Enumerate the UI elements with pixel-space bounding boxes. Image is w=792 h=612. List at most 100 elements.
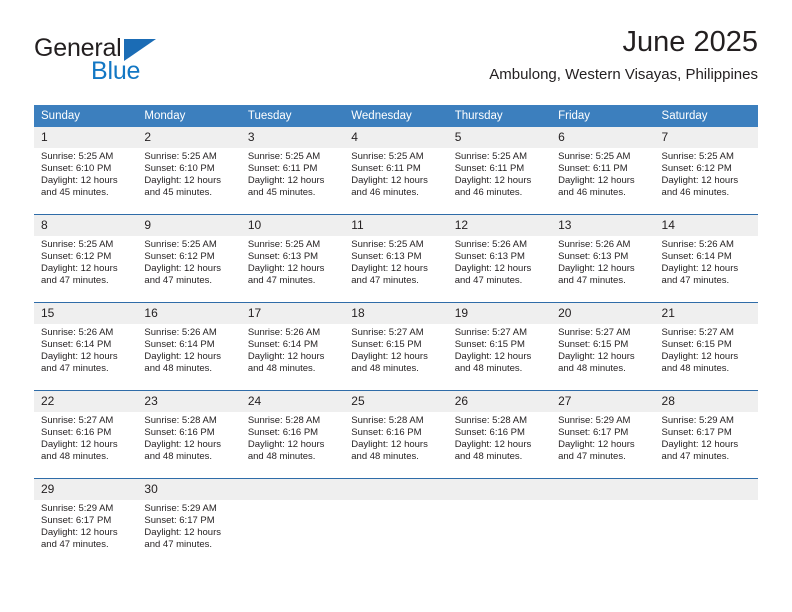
weekday-header-saturday: Saturday (654, 105, 758, 127)
day-number: 25 (344, 391, 448, 412)
calendar-day-cell[interactable] (240, 478, 345, 566)
calendar-day-cell[interactable]: 17 Sunrise: 5:26 AM Sunset: 6:14 PM Dayligh… (240, 302, 345, 391)
sunset-text: Sunset: 6:13 PM (247, 250, 319, 262)
calendar-day-cell[interactable] (447, 478, 552, 566)
day-cell-content: 17 Sunrise: 5:26 AM Sunset: 6:14 PM Dayligh… (240, 303, 345, 390)
day-info: Sunrise: 5:29 AM Sunset: 6:17 PM Daylight:… (34, 500, 137, 551)
daylight-text-line2: and 48 minutes. (558, 362, 626, 374)
day-number: 17 (240, 303, 345, 324)
day-cell-content: 26 Sunrise: 5:28 AM Sunset: 6:16 PM Dayligh… (447, 391, 552, 478)
calendar-day-cell[interactable]: 1 Sunrise: 5:25 AM Sunset: 6:10 PM Daylight… (34, 127, 138, 215)
sunset-text: Sunset: 6:10 PM (41, 162, 112, 174)
day-number (447, 479, 552, 500)
calendar-day-cell[interactable]: 14 Sunrise: 5:26 AM Sunset: 6:14 PM Dayligh… (654, 214, 758, 303)
calendar-day-cell[interactable]: 5 Sunrise: 5:25 AM Sunset: 6:11 PM Daylight… (447, 127, 552, 215)
calendar-day-cell[interactable]: 28 Sunrise: 5:29 AM Sunset: 6:17 PM Dayligh… (654, 390, 758, 479)
calendar-day-cell[interactable]: 16 Sunrise: 5:26 AM Sunset: 6:14 PM Dayligh… (137, 302, 241, 391)
day-info: Sunrise: 5:25 AM Sunset: 6:11 PM Daylight:… (448, 148, 551, 199)
day-info (241, 500, 344, 503)
sunrise-text: Sunrise: 5:25 AM (351, 151, 424, 162)
daylight-text-line2: and 47 minutes. (351, 274, 419, 286)
calendar-day-cell[interactable] (654, 478, 758, 566)
sunrise-text: Sunrise: 5:26 AM (247, 327, 321, 338)
day-number (344, 479, 448, 500)
calendar-day-cell[interactable]: 15 Sunrise: 5:26 AM Sunset: 6:14 PM Dayligh… (34, 302, 138, 391)
sunset-text: Sunset: 6:14 PM (247, 338, 319, 350)
sunset-text: Sunset: 6:15 PM (558, 338, 629, 350)
day-info: Sunrise: 5:25 AM Sunset: 6:11 PM Daylight:… (551, 148, 654, 199)
sunset-text: Sunset: 6:12 PM (41, 250, 112, 262)
sunset-text: Sunset: 6:14 PM (41, 338, 112, 350)
daylight-text-line1: Daylight: 12 hours (351, 438, 428, 450)
calendar-day-cell[interactable]: 6 Sunrise: 5:25 AM Sunset: 6:11 PM Daylight… (551, 127, 655, 215)
sunset-text: Sunset: 6:16 PM (41, 426, 112, 438)
calendar-day-cell[interactable]: 26 Sunrise: 5:28 AM Sunset: 6:16 PM Dayligh… (447, 390, 552, 479)
day-info (655, 500, 758, 503)
daylight-text-line1: Daylight: 12 hours (558, 438, 635, 450)
daylight-text-line2: and 46 minutes. (558, 186, 626, 198)
daylight-text-line1: Daylight: 12 hours (144, 174, 221, 186)
brand-logo[interactable]: General Blue (34, 34, 204, 90)
daylight-text-line1: Daylight: 12 hours (144, 350, 221, 362)
weekday-header-sunday: Sunday (34, 105, 138, 127)
calendar-day-cell[interactable]: 21 Sunrise: 5:27 AM Sunset: 6:15 PM Dayligh… (654, 302, 758, 391)
daylight-text-line1: Daylight: 12 hours (144, 526, 221, 538)
daylight-text-line2: and 48 minutes. (454, 362, 523, 374)
calendar-day-cell[interactable]: 11 Sunrise: 5:25 AM Sunset: 6:13 PM Dayligh… (344, 214, 448, 303)
calendar-day-cell[interactable] (344, 478, 448, 566)
sunset-text: Sunset: 6:12 PM (144, 250, 215, 262)
day-number: 11 (344, 215, 448, 236)
daylight-text-line2: and 48 minutes. (144, 362, 213, 374)
day-cell-content: 3 Sunrise: 5:25 AM Sunset: 6:11 PM Daylight… (240, 127, 345, 214)
daylight-text-line1: Daylight: 12 hours (558, 262, 635, 274)
calendar-day-cell[interactable]: 25 Sunrise: 5:28 AM Sunset: 6:16 PM Dayligh… (344, 390, 448, 479)
day-info: Sunrise: 5:25 AM Sunset: 6:10 PM Daylight:… (137, 148, 240, 199)
sunrise-text: Sunrise: 5:27 AM (351, 327, 424, 338)
sunset-text: Sunset: 6:11 PM (247, 162, 318, 174)
sunset-text: Sunset: 6:11 PM (558, 162, 628, 174)
day-number: 10 (240, 215, 345, 236)
calendar-day-cell[interactable]: 20 Sunrise: 5:27 AM Sunset: 6:15 PM Dayligh… (551, 302, 655, 391)
sunrise-text: Sunrise: 5:25 AM (144, 239, 217, 250)
sunrise-text: Sunrise: 5:25 AM (558, 151, 631, 162)
calendar-day-cell[interactable]: 10 Sunrise: 5:25 AM Sunset: 6:13 PM Dayligh… (240, 214, 345, 303)
calendar-day-cell[interactable]: 2 Sunrise: 5:25 AM Sunset: 6:10 PM Daylight… (137, 127, 241, 215)
day-info: Sunrise: 5:25 AM Sunset: 6:10 PM Daylight:… (34, 148, 137, 199)
day-info: Sunrise: 5:25 AM Sunset: 6:11 PM Daylight:… (241, 148, 344, 199)
day-number: 4 (344, 127, 448, 148)
day-number: 24 (240, 391, 345, 412)
sunset-text: Sunset: 6:13 PM (558, 250, 629, 262)
sunset-text: Sunset: 6:11 PM (454, 162, 525, 174)
calendar-day-cell[interactable]: 8 Sunrise: 5:25 AM Sunset: 6:12 PM Daylight… (34, 214, 138, 303)
calendar-day-cell[interactable]: 24 Sunrise: 5:28 AM Sunset: 6:16 PM Dayligh… (240, 390, 345, 479)
daylight-text-line1: Daylight: 12 hours (247, 438, 325, 450)
sunset-text: Sunset: 6:13 PM (454, 250, 525, 262)
calendar-day-cell[interactable]: 12 Sunrise: 5:26 AM Sunset: 6:13 PM Dayligh… (447, 214, 552, 303)
calendar-day-cell[interactable]: 27 Sunrise: 5:29 AM Sunset: 6:17 PM Dayligh… (551, 390, 655, 479)
calendar-day-cell[interactable]: 23 Sunrise: 5:28 AM Sunset: 6:16 PM Dayligh… (137, 390, 241, 479)
calendar-day-cell[interactable]: 22 Sunrise: 5:27 AM Sunset: 6:16 PM Dayligh… (34, 390, 138, 479)
day-info: Sunrise: 5:28 AM Sunset: 6:16 PM Daylight:… (241, 412, 344, 463)
daylight-text-line2: and 48 minutes. (351, 450, 419, 462)
sunrise-text: Sunrise: 5:25 AM (41, 239, 114, 250)
calendar-day-cell[interactable] (551, 478, 655, 566)
calendar-day-cell[interactable]: 19 Sunrise: 5:27 AM Sunset: 6:15 PM Dayligh… (447, 302, 552, 391)
calendar-day-cell[interactable]: 13 Sunrise: 5:26 AM Sunset: 6:13 PM Dayligh… (551, 214, 655, 303)
calendar-day-cell[interactable]: 18 Sunrise: 5:27 AM Sunset: 6:15 PM Dayligh… (344, 302, 448, 391)
calendar-day-cell[interactable]: 4 Sunrise: 5:25 AM Sunset: 6:11 PM Daylight… (344, 127, 448, 215)
calendar-header-row: Sunday Monday Tuesday Wednesday Thursday… (34, 105, 758, 127)
calendar-day-cell[interactable]: 29 Sunrise: 5:29 AM Sunset: 6:17 PM Dayligh… (34, 478, 138, 566)
day-number: 5 (447, 127, 552, 148)
daylight-text-line2: and 46 minutes. (454, 186, 523, 198)
sunset-text: Sunset: 6:14 PM (144, 338, 215, 350)
daylight-text-line1: Daylight: 12 hours (41, 438, 118, 450)
calendar-day-cell[interactable]: 7 Sunrise: 5:25 AM Sunset: 6:12 PM Daylight… (654, 127, 758, 215)
day-cell-content (551, 479, 655, 566)
calendar-day-cell[interactable]: 3 Sunrise: 5:25 AM Sunset: 6:11 PM Daylight… (240, 127, 345, 215)
day-cell-content: 11 Sunrise: 5:25 AM Sunset: 6:13 PM Dayligh… (344, 215, 448, 302)
calendar-day-cell[interactable]: 30 Sunrise: 5:29 AM Sunset: 6:17 PM Dayligh… (137, 478, 241, 566)
day-number: 26 (447, 391, 552, 412)
sunset-text: Sunset: 6:13 PM (351, 250, 422, 262)
calendar-day-cell[interactable]: 9 Sunrise: 5:25 AM Sunset: 6:12 PM Daylight… (137, 214, 241, 303)
day-number (551, 479, 655, 500)
